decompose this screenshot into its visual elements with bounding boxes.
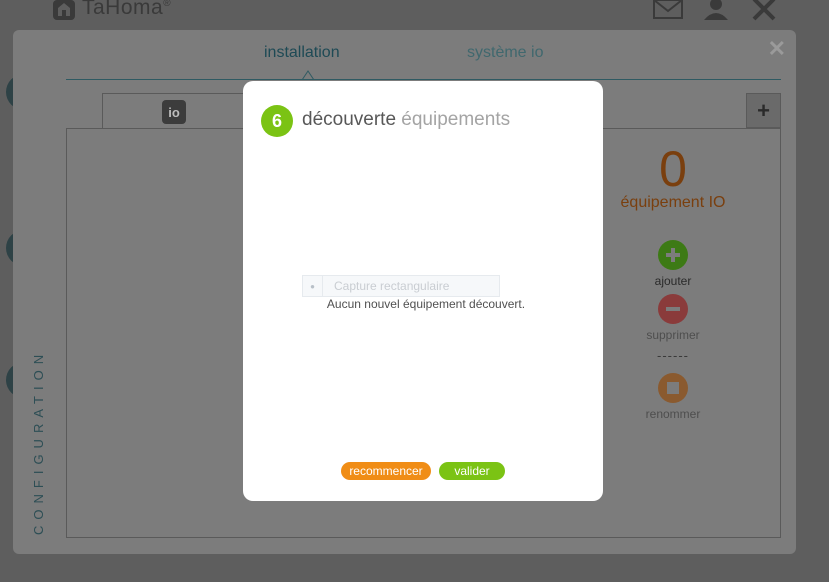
configuration-label: CONFIGURATION <box>31 348 46 535</box>
discovery-modal: 6 découverte équipements ● Capture recta… <box>243 81 603 501</box>
rename-equipment-button[interactable]: renommer <box>633 373 713 421</box>
restart-button[interactable]: recommencer <box>341 462 431 480</box>
validate-button[interactable]: valider <box>439 462 505 480</box>
delete-label: supprimer <box>646 328 700 342</box>
modal-title: découverte équipements <box>302 109 510 131</box>
io-tab[interactable]: io <box>102 93 252 129</box>
modal-title-secondary: équipements <box>401 109 511 130</box>
capture-icon: ● <box>303 276 323 296</box>
rename-label: renommer <box>645 407 701 421</box>
equipment-count-label: équipement IO <box>620 194 726 211</box>
delete-equipment-button[interactable]: supprimer <box>633 294 713 342</box>
capture-rectangle-field[interactable]: ● Capture rectangulaire <box>302 275 500 297</box>
tab-divider <box>66 79 781 80</box>
discovery-message: Aucun nouvel équipement découvert. <box>326 297 526 311</box>
capture-placeholder: Capture rectangulaire <box>334 279 450 293</box>
io-icon: io <box>162 100 186 124</box>
add-label: ajouter <box>654 274 692 288</box>
action-separator: ------ <box>657 348 689 363</box>
rename-square-icon <box>658 373 688 403</box>
mail-icon[interactable] <box>653 0 683 22</box>
top-bar: TaHoma® <box>0 0 829 30</box>
tab-systeme-io[interactable]: système io <box>467 44 543 62</box>
tahoma-logo: TaHoma® <box>52 0 171 20</box>
step-badge: 6 <box>261 105 293 137</box>
logo-text: TaHoma® <box>82 0 172 19</box>
panel-tabs: installation système io <box>13 44 796 74</box>
add-tab-button[interactable]: + <box>746 93 781 128</box>
plus-circle-icon <box>658 240 688 270</box>
user-icon[interactable] <box>701 0 731 22</box>
minus-circle-icon <box>658 294 688 324</box>
house-icon <box>53 0 75 20</box>
tab-installation[interactable]: installation <box>264 44 340 62</box>
equipment-count: 0 <box>659 141 687 197</box>
modal-title-main: découverte <box>302 109 397 130</box>
logout-close-icon[interactable] <box>749 0 779 22</box>
add-equipment-button[interactable]: ajouter <box>633 240 713 288</box>
